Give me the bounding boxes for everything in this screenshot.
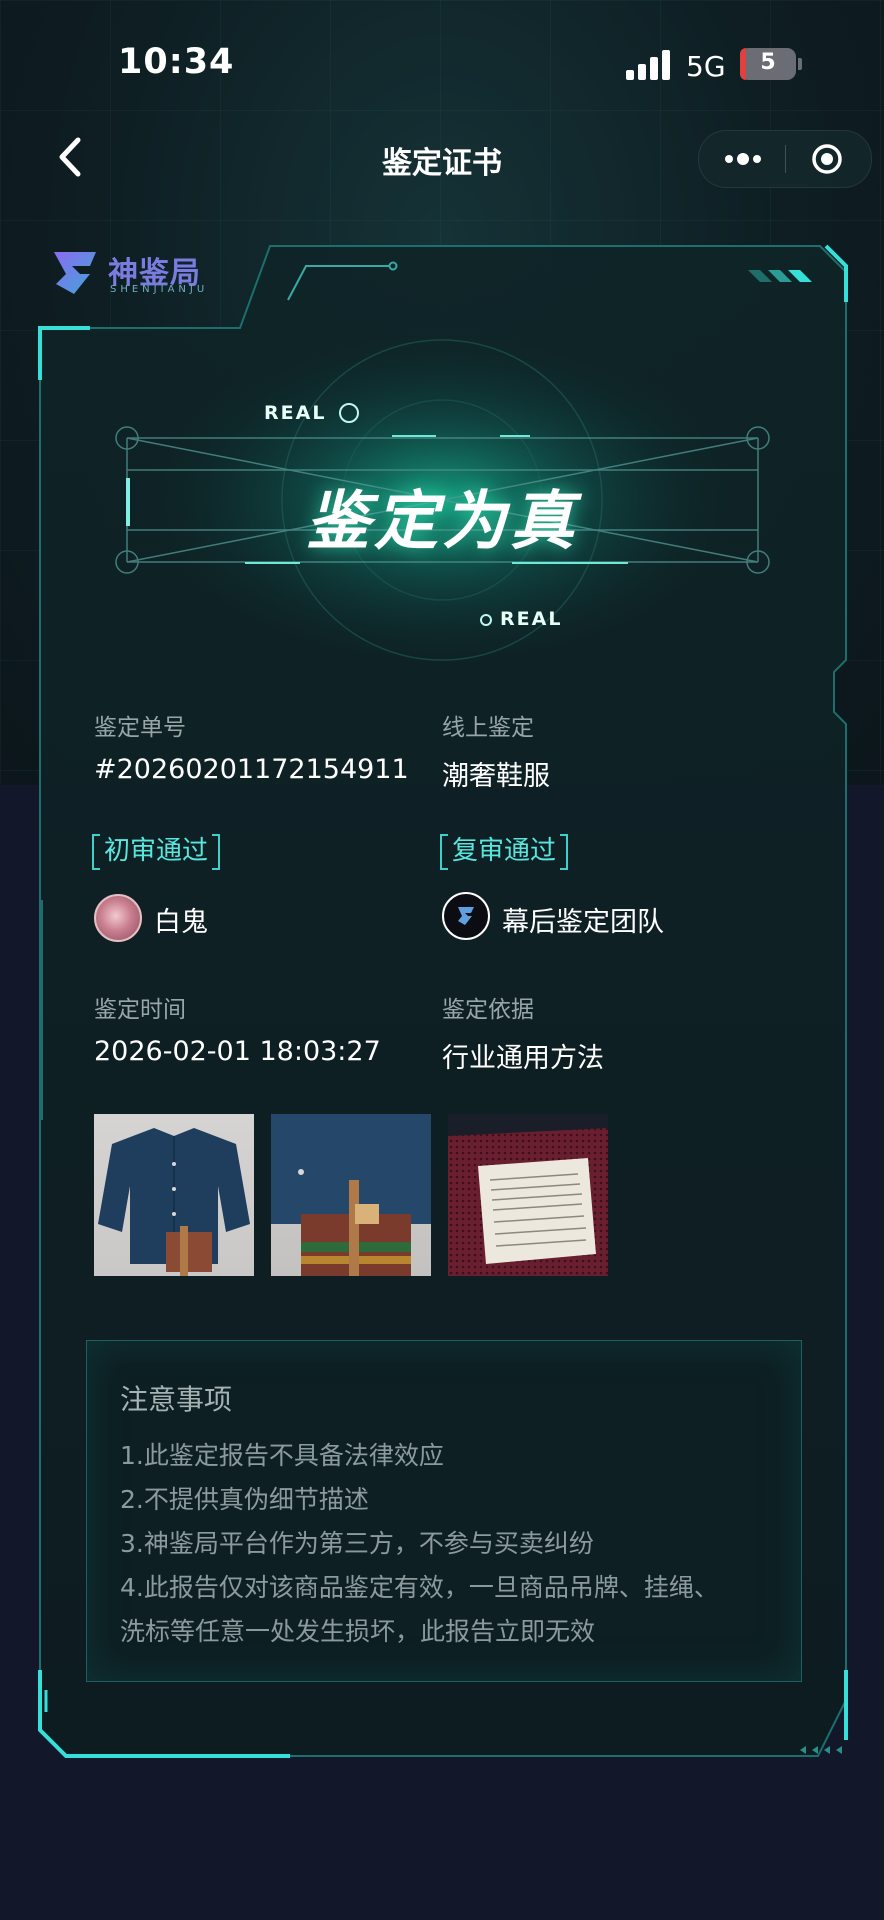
appraisal-basis-value: 行业通用方法 (442, 1043, 604, 1074)
appraisal-mode-label: 线上鉴定 (442, 715, 534, 741)
product-photo-jacket-detail[interactable] (271, 1114, 431, 1276)
authentication-result: 鉴定为真 (306, 485, 578, 559)
real-badge-top: REAL (264, 402, 327, 424)
second-reviewer-avatar (442, 892, 490, 940)
battery-tip (798, 58, 802, 70)
mini-program-capsule (698, 130, 872, 188)
battery-icon: 5 (740, 48, 796, 80)
brand-pinyin: SHENJIANJU (110, 284, 209, 295)
product-photo-jacket-front[interactable] (94, 1114, 254, 1276)
notice-line: 洗标等任意一处发生损坏，此报告立即无效 (120, 1617, 596, 1646)
notice-line: 3.神鉴局平台作为第三方，不参与买卖纠纷 (120, 1529, 594, 1558)
real-badge-bottom: REAL (500, 608, 563, 630)
more-dots-icon[interactable] (723, 145, 763, 173)
product-photo-care-label[interactable] (448, 1114, 608, 1276)
notice-line: 2.不提供真伪细节描述 (120, 1485, 369, 1514)
battery-level: 5 (760, 50, 776, 75)
second-reviewer-name: 幕后鉴定团队 (502, 907, 664, 938)
team-logo-icon (458, 907, 474, 925)
notice-title: 注意事项 (120, 1383, 233, 1416)
notice-line: 4.此报告仅对该商品鉴定有效，一旦商品吊牌、挂绳、 (120, 1573, 719, 1602)
first-reviewer-avatar (94, 894, 142, 942)
order-number-value: #20260201172154911 (94, 754, 409, 785)
first-reviewer-name: 白鬼 (154, 907, 208, 938)
network-type: 5G (686, 50, 726, 83)
appraisal-category-value: 潮奢鞋服 (442, 761, 550, 792)
order-number-label: 鉴定单号 (94, 715, 186, 741)
notice-line: 1.此鉴定报告不具备法律效应 (120, 1441, 444, 1470)
signal-icon (626, 50, 670, 80)
second-review-tag: 复审通过 (439, 834, 569, 870)
status-bar: 10:34 5G 5 (0, 0, 884, 120)
capsule-divider (785, 145, 786, 173)
appraisal-time-label: 鉴定时间 (94, 997, 186, 1023)
status-time: 10:34 (118, 42, 235, 82)
appraisal-basis-label: 鉴定依据 (442, 997, 534, 1023)
appraisal-time-value: 2026-02-01 18:03:27 (94, 1036, 381, 1067)
first-review-tag: 初审通过 (91, 834, 221, 870)
close-target-icon[interactable] (811, 143, 843, 175)
